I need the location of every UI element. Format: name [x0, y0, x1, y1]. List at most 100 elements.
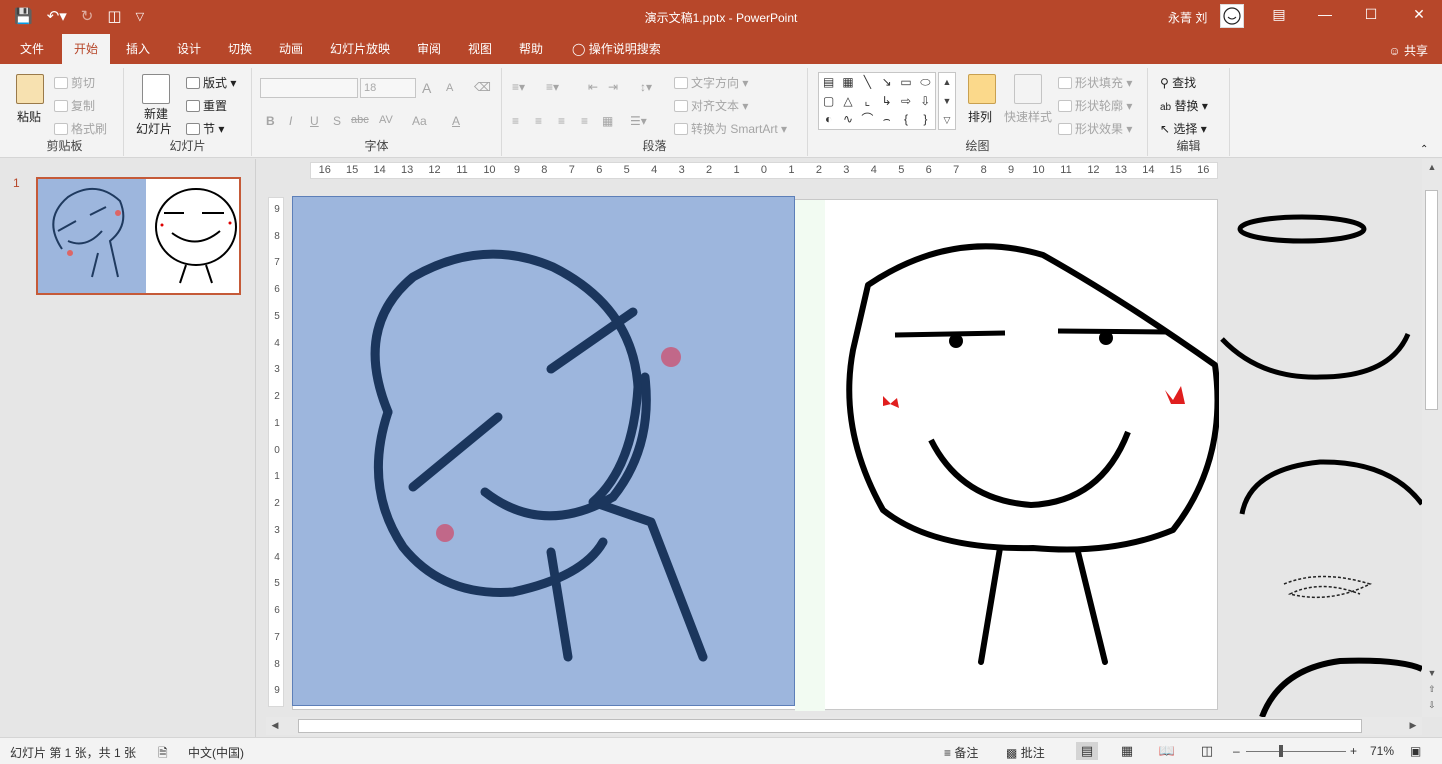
share-button[interactable]: ☺ 共享 — [1388, 42, 1428, 59]
freeform-shape-icon[interactable]: ◐ — [819, 110, 838, 129]
tab-slideshow[interactable]: 幻灯片放映 — [328, 34, 392, 64]
rounded-rect-shape-icon[interactable]: ▢ — [819, 92, 838, 111]
minimize-icon[interactable]: — — [1310, 6, 1340, 22]
scroll-down-icon[interactable]: ▼ — [1425, 668, 1439, 678]
tell-me-search[interactable]: ◯ 操作说明搜索 — [570, 34, 663, 64]
shape-effects-button[interactable]: 形状效果 ▾ — [1058, 120, 1132, 137]
columns-icon[interactable]: ☰▾ — [630, 114, 647, 128]
decrease-indent-icon[interactable]: ⇤ — [588, 80, 598, 94]
tab-file[interactable]: 文件 — [18, 34, 46, 64]
vertical-textbox-shape-icon[interactable]: ▦ — [838, 73, 857, 92]
tab-help[interactable]: 帮助 — [517, 34, 545, 64]
slide-sorter-icon[interactable]: ▦ — [1116, 742, 1138, 760]
align-center-icon[interactable]: ≡ — [535, 114, 542, 128]
slideshow-view-icon[interactable]: ◫ — [1196, 742, 1218, 760]
replace-button[interactable]: ab 替换 ▾ — [1160, 97, 1208, 114]
tab-home[interactable]: 开始 — [62, 34, 111, 64]
copy-button[interactable]: 复制 — [54, 97, 95, 114]
horizontal-scroll-thumb[interactable] — [298, 719, 1362, 733]
align-text-button[interactable]: 对齐文本 ▾ — [674, 97, 748, 114]
strikethrough-button[interactable]: abc — [351, 114, 369, 126]
text-direction-button[interactable]: 文字方向 ▾ — [674, 74, 748, 91]
bullets-icon[interactable]: ≡▾ — [512, 80, 525, 94]
shapes-gallery[interactable]: ▤ ▦ ╲ ↘ ▭ ⬭ ▢ △ ⌞ ↳ ⇨ ⇩ ◐ ∿ ⌒ ⌢{} — [818, 72, 936, 130]
fit-to-window-icon[interactable]: ▣ — [1410, 744, 1421, 758]
quick-styles-icon[interactable] — [1014, 74, 1042, 104]
font-name-combo[interactable] — [260, 78, 358, 98]
new-slide-icon[interactable] — [142, 74, 170, 104]
textbox-shape-icon[interactable]: ▤ — [819, 73, 838, 92]
arrange-icon[interactable] — [968, 74, 996, 104]
elbow-shape-icon[interactable]: ⌞ — [858, 92, 877, 111]
new-slide-label[interactable]: 幻灯片 — [136, 120, 172, 137]
smartart-button[interactable]: 转换为 SmartArt ▾ — [674, 120, 787, 137]
curve-shape-icon[interactable]: ⌒ — [858, 110, 877, 129]
numbering-icon[interactable]: ≡▾ — [546, 80, 559, 94]
slide-thumbnail[interactable] — [36, 177, 241, 295]
quick-styles-button[interactable]: 快速样式 — [1004, 108, 1052, 125]
zoom-in-icon[interactable]: + — [1350, 744, 1357, 758]
left-brace-shape-icon[interactable]: { — [896, 110, 915, 129]
arrow-line-shape-icon[interactable]: ↘ — [877, 73, 896, 92]
reset-button[interactable]: 重置 — [186, 97, 227, 114]
paste-icon[interactable] — [16, 74, 44, 104]
tab-insert[interactable]: 插入 — [124, 34, 152, 64]
elbow-arrow-shape-icon[interactable]: ↳ — [877, 92, 896, 111]
off-slide-drawings[interactable] — [1220, 199, 1425, 719]
shape-fill-button[interactable]: 形状填充 ▾ — [1058, 74, 1132, 91]
scroll-right-icon[interactable]: ▶ — [1406, 720, 1420, 731]
underline-button[interactable]: U — [310, 114, 319, 128]
cut-button[interactable]: 剪切 — [54, 74, 95, 91]
grow-font-button[interactable]: A — [422, 80, 431, 96]
layout-button[interactable]: 版式 ▾ — [186, 74, 236, 91]
collapse-ribbon-icon[interactable]: ⌃ — [1420, 144, 1428, 155]
paste-button[interactable]: 粘贴 — [17, 108, 41, 125]
tab-view[interactable]: 视图 — [466, 34, 494, 64]
normal-view-icon[interactable]: ▤ — [1076, 742, 1098, 760]
previous-slide-icon[interactable]: ⇧ — [1425, 684, 1439, 695]
triangle-shape-icon[interactable]: △ — [838, 92, 857, 111]
maximize-icon[interactable]: ☐ — [1356, 6, 1386, 23]
language-indicator[interactable]: 中文(中国) — [188, 744, 244, 761]
reading-view-icon[interactable]: 📖 — [1156, 742, 1178, 760]
vertical-scroll-thumb[interactable] — [1425, 190, 1438, 410]
next-slide-icon[interactable]: ⇩ — [1425, 700, 1439, 711]
tab-design[interactable]: 设计 — [175, 34, 203, 64]
rectangle-shape-icon[interactable]: ▭ — [896, 73, 915, 92]
font-size-combo[interactable]: 18 — [360, 78, 416, 98]
tab-review[interactable]: 审阅 — [415, 34, 443, 64]
selected-picture[interactable] — [292, 196, 795, 706]
bold-button[interactable]: B — [266, 114, 275, 128]
char-spacing-button[interactable]: AV — [379, 114, 393, 126]
distributed-icon[interactable]: ▦ — [602, 114, 613, 128]
zoom-slider-handle[interactable] — [1279, 745, 1283, 757]
shape-outline-button[interactable]: 形状轮廓 ▾ — [1058, 97, 1132, 114]
zoom-slider[interactable] — [1246, 751, 1346, 752]
zoom-out-icon[interactable]: – — [1233, 744, 1240, 758]
close-icon[interactable]: ✕ — [1404, 6, 1434, 23]
section-button[interactable]: 节 ▾ — [186, 120, 224, 137]
arc-shape-icon[interactable]: ⌢ — [877, 110, 896, 129]
scroll-left-icon[interactable]: ◀ — [268, 720, 282, 731]
find-button[interactable]: ⚲ 查找 — [1160, 74, 1196, 91]
right-arrow-shape-icon[interactable]: ⇨ — [896, 92, 915, 111]
ribbon-display-options-icon[interactable]: ▤ — [1264, 6, 1294, 23]
shadow-button[interactable]: S — [333, 114, 341, 128]
line-shape-icon[interactable]: ╲ — [858, 73, 877, 92]
justify-icon[interactable]: ≡ — [581, 114, 588, 128]
clear-formatting-icon[interactable]: ⌫ — [474, 80, 491, 94]
comments-button[interactable]: ▩ 批注 — [1006, 744, 1045, 761]
font-color-button[interactable]: A — [452, 114, 460, 128]
tab-animations[interactable]: 动画 — [277, 34, 305, 64]
oval-shape-icon[interactable]: ⬭ — [916, 73, 935, 92]
increase-indent-icon[interactable]: ⇥ — [608, 80, 618, 94]
arrange-button[interactable]: 排列 — [968, 108, 992, 125]
tab-transitions[interactable]: 切换 — [226, 34, 254, 64]
shapes-gallery-scroll[interactable]: ▲ ▼ ▽ — [938, 72, 956, 130]
scribble-shape-icon[interactable]: ∿ — [838, 110, 857, 129]
spell-check-icon[interactable]: 🗎 — [158, 744, 168, 764]
zoom-level[interactable]: 71% — [1370, 744, 1394, 758]
right-brace-shape-icon[interactable]: } — [916, 110, 935, 129]
change-case-button[interactable]: Aa — [412, 114, 427, 128]
scroll-up-icon[interactable]: ▲ — [1425, 162, 1439, 172]
